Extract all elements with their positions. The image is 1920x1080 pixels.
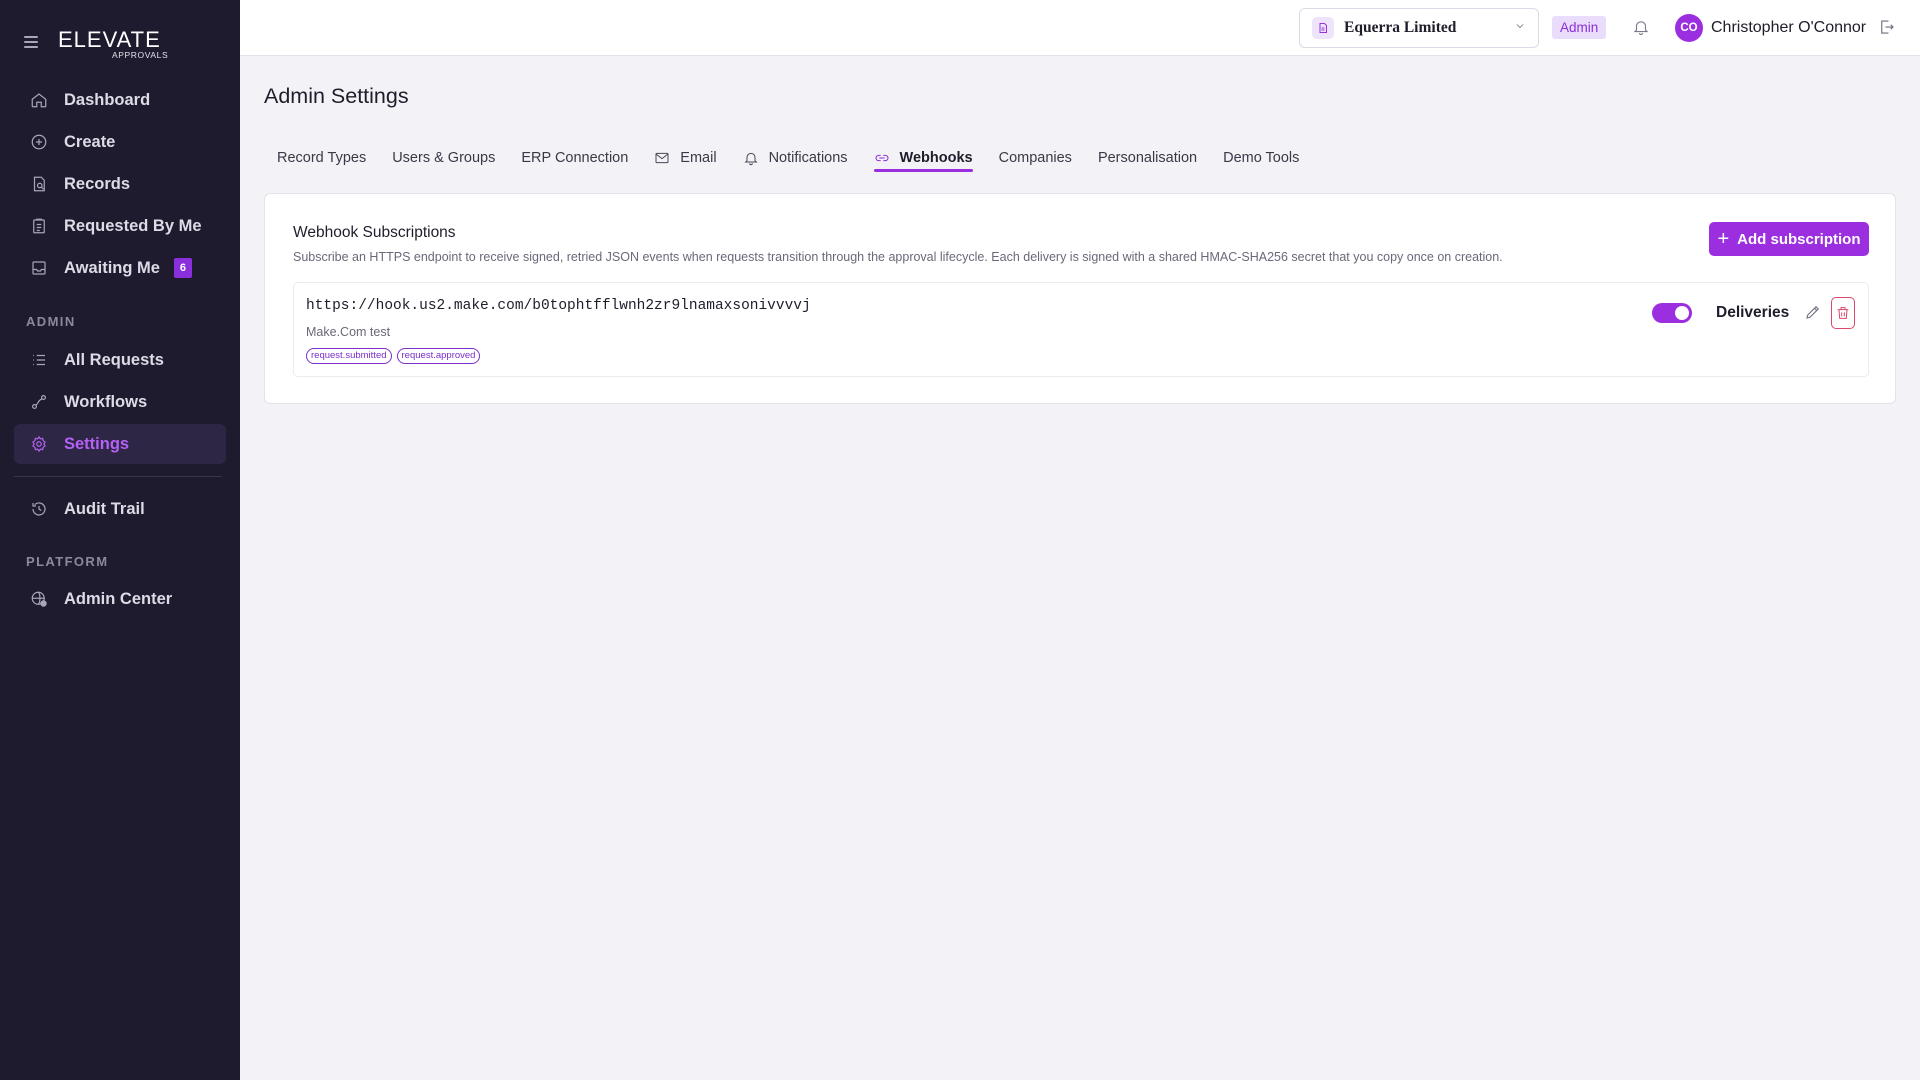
sidebar-item-audit-trail[interactable]: Audit Trail [14, 489, 226, 529]
sidebar-item-admin-center[interactable]: Admin Center [14, 579, 226, 619]
pencil-icon[interactable] [1804, 303, 1824, 323]
tab-label: Personalisation [1097, 150, 1198, 166]
tab-label: Email [680, 150, 717, 166]
webhooks-card: Webhook Subscriptions Subscribe an HTTPS… [264, 193, 1896, 404]
tab-email[interactable]: Email [654, 146, 717, 172]
bell-icon[interactable] [1632, 18, 1652, 38]
sidebar-item-label: Records [64, 174, 131, 193]
plus-circle-icon [28, 131, 50, 153]
plus-icon: + [1717, 228, 1730, 250]
sidebar-item-label: All Requests [64, 350, 164, 369]
sidebar-item-label: Workflows [64, 392, 148, 411]
section-label-platform: PLATFORM [26, 554, 109, 569]
company-select[interactable]: Equerra Limited [1299, 8, 1539, 48]
logo-text: ELEVATE [58, 27, 161, 52]
tab-record-types[interactable]: Record Types [277, 146, 366, 172]
tab-label: Notifications [768, 150, 848, 166]
event-tags: request.submitted request.approved [306, 348, 485, 364]
list-icon [28, 349, 50, 371]
tab-webhooks[interactable]: Webhooks [873, 146, 973, 172]
event-tag: request.approved [396, 348, 481, 364]
mail-icon [654, 150, 670, 166]
company-name: Equerra Limited [1344, 19, 1457, 36]
sidebar-item-label: Requested By Me [64, 216, 202, 235]
tab-label: ERP Connection [521, 150, 629, 166]
workflow-icon [28, 391, 50, 413]
sidebar-item-label: Awaiting Me [64, 258, 160, 277]
page-title: Admin Settings [264, 84, 409, 108]
section-label-admin: ADMIN [26, 314, 76, 329]
topbar: Equerra Limited Admin CO Christopher O'C… [240, 0, 1920, 56]
tab-personalisation[interactable]: Personalisation [1098, 146, 1197, 172]
user-name[interactable]: Christopher O'Connor [1711, 19, 1866, 37]
tab-label: Users & Groups [392, 150, 496, 166]
tab-notifications[interactable]: Notifications [743, 146, 848, 172]
admin-nav: All Requests Workflows Settings [14, 340, 226, 466]
history-icon [28, 498, 50, 520]
sidebar: ELEVATE APPROVALS Dashboard Create Recor… [0, 0, 240, 1080]
role-badge: Admin [1552, 16, 1607, 39]
subscription-description: Make.Com test [306, 325, 391, 339]
company-icon [1312, 17, 1334, 39]
sidebar-item-label: Dashboard [64, 90, 151, 109]
globe-check-icon [28, 588, 50, 610]
tab-demo-tools[interactable]: Demo Tools [1223, 146, 1299, 172]
tab-erp-connection[interactable]: ERP Connection [521, 146, 628, 172]
tab-label: Companies [998, 150, 1072, 166]
count-badge: 6 [173, 258, 192, 278]
bell-icon [743, 150, 759, 166]
tab-label: Webhooks [899, 150, 973, 166]
platform-nav: Admin Center [14, 579, 226, 621]
menu-icon[interactable] [24, 36, 38, 50]
link-icon [874, 150, 890, 166]
button-label: Add subscription [1737, 230, 1861, 248]
delete-button[interactable] [1831, 297, 1855, 329]
tab-label: Record Types [277, 150, 367, 166]
sidebar-item-label: Create [64, 132, 116, 151]
settings-tabs: Record Types Users & Groups ERP Connecti… [264, 146, 1325, 174]
toggle-knob [1675, 306, 1689, 320]
sidebar-item-dashboard[interactable]: Dashboard [14, 80, 226, 120]
event-tag: request.submitted [306, 348, 392, 364]
sidebar-item-all-requests[interactable]: All Requests [14, 340, 226, 380]
tab-label: Demo Tools [1223, 150, 1300, 166]
sidebar-divider [14, 476, 222, 477]
main-nav: Dashboard Create Records Requested By Me… [14, 80, 226, 290]
card-title: Webhook Subscriptions [293, 224, 456, 241]
avatar[interactable]: CO [1675, 14, 1703, 42]
clipboard-icon [28, 215, 50, 237]
sidebar-item-create[interactable]: Create [14, 122, 226, 162]
sidebar-item-records[interactable]: Records [14, 164, 226, 204]
records-icon [28, 173, 50, 195]
sidebar-item-requested-by-me[interactable]: Requested By Me [14, 206, 226, 246]
sidebar-item-label: Admin Center [64, 589, 173, 608]
add-subscription-button[interactable]: + Add subscription [1709, 222, 1869, 256]
sidebar-item-awaiting-me[interactable]: Awaiting Me 6 [14, 248, 226, 288]
audit-nav: Audit Trail [14, 489, 226, 531]
logo-subtext: APPROVALS [112, 50, 169, 60]
card-description: Subscribe an HTTPS endpoint to receive s… [293, 250, 1503, 264]
sidebar-item-workflows[interactable]: Workflows [14, 382, 226, 422]
chevron-down-icon [1514, 19, 1526, 37]
logo[interactable]: ELEVATE APPROVALS [58, 27, 168, 61]
trash-icon [1837, 307, 1849, 319]
subscription-url: https://hook.us2.make.com/b0tophtfflwnh2… [306, 298, 811, 314]
sidebar-item-label: Settings [64, 434, 130, 453]
sidebar-item-settings[interactable]: Settings [14, 424, 226, 464]
subscription-row: https://hook.us2.make.com/b0tophtfflwnh2… [293, 282, 1869, 377]
inbox-icon [28, 257, 50, 279]
brand: ELEVATE APPROVALS [24, 28, 224, 62]
home-icon [28, 89, 50, 111]
deliveries-link[interactable]: Deliveries [1716, 304, 1789, 322]
gear-icon [28, 433, 50, 455]
enabled-toggle[interactable] [1652, 303, 1692, 323]
tab-users-groups[interactable]: Users & Groups [392, 146, 495, 172]
sidebar-item-label: Audit Trail [64, 499, 145, 518]
logout-icon[interactable] [1878, 18, 1898, 38]
tab-companies[interactable]: Companies [999, 146, 1072, 172]
